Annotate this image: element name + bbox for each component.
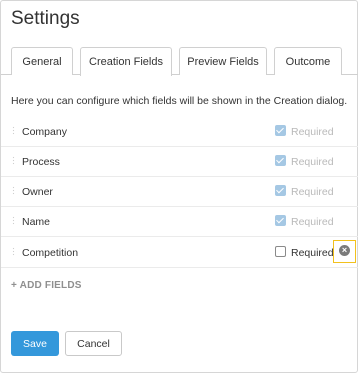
field-row-process: Process Required — [1, 147, 358, 177]
required-checkbox[interactable] — [275, 246, 286, 257]
field-row-name: Name Required — [1, 207, 358, 237]
drag-handle-icon[interactable] — [12, 126, 15, 135]
required-label: Required — [291, 186, 334, 198]
settings-panel: Settings General Creation Fields Preview… — [0, 0, 358, 373]
add-fields-button[interactable]: + ADD FIELDS — [11, 280, 82, 291]
field-row-company: Company Required — [1, 117, 358, 147]
field-label: Name — [22, 216, 51, 228]
tab-outcome[interactable]: Outcome — [274, 47, 342, 75]
required-checkbox — [275, 215, 286, 226]
save-button[interactable]: Save — [11, 331, 59, 356]
drag-handle-icon[interactable] — [12, 247, 15, 256]
cancel-button[interactable]: Cancel — [65, 331, 122, 356]
description-text: Here you can configure which fields will… — [11, 95, 348, 107]
drag-handle-icon[interactable] — [12, 186, 15, 195]
tab-creation-fields[interactable]: Creation Fields — [80, 47, 172, 76]
tab-preview-fields[interactable]: Preview Fields — [179, 47, 267, 75]
close-circle-icon[interactable]: × — [339, 245, 350, 256]
tab-general[interactable]: General — [11, 47, 73, 75]
page-title: Settings — [11, 8, 80, 29]
field-row-competition: Competition Required × — [1, 238, 358, 268]
required-checkbox — [275, 155, 286, 166]
required-label: Required — [291, 126, 334, 138]
drag-handle-icon[interactable] — [12, 156, 15, 165]
required-label: Required — [291, 156, 334, 168]
required-checkbox — [275, 185, 286, 196]
drag-handle-icon[interactable] — [12, 216, 15, 225]
field-label: Owner — [22, 186, 53, 198]
required-label: Required — [291, 216, 334, 228]
required-label: Required — [291, 247, 334, 259]
field-row-owner: Owner Required — [1, 177, 358, 207]
field-label: Competition — [22, 247, 79, 259]
field-label: Process — [22, 156, 60, 168]
required-checkbox — [275, 125, 286, 136]
field-label: Company — [22, 126, 67, 138]
tab-bar: General Creation Fields Preview Fields O… — [1, 47, 358, 76]
